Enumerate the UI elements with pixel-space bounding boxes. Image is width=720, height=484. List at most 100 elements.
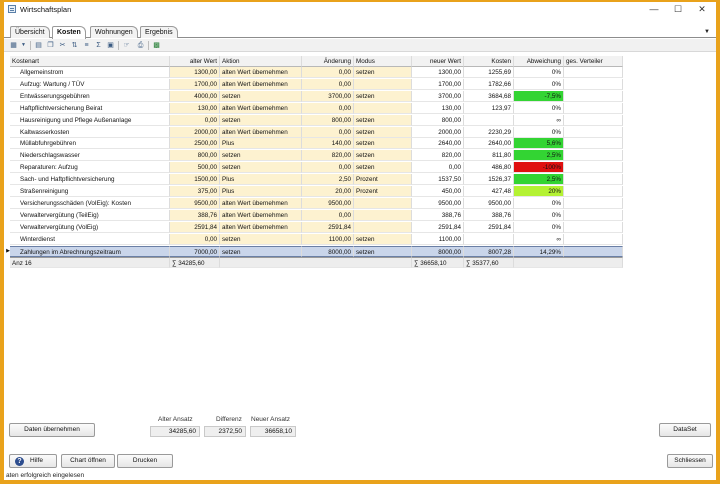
hilfe-button[interactable]: ? Hilfe <box>9 454 57 468</box>
cell-kostenart[interactable]: Haftpflichtversicherung Beirat <box>10 102 170 114</box>
cell-kostenart[interactable]: Allgemeinstrom <box>10 67 170 78</box>
cell-kosten[interactable]: 388,76 <box>464 209 514 221</box>
cell-modus[interactable]: setzen <box>354 138 412 150</box>
cell-kostenart[interactable]: Entwässerungsgebühren <box>10 90 170 102</box>
cell-aktion[interactable]: Plus <box>220 186 302 197</box>
table-row[interactable]: ▶ Zahlungen im Abrechnungszeitraum 7000,00… <box>6 245 623 257</box>
cell-kosten[interactable]: 811,80 <box>464 150 514 162</box>
cell-modus[interactable]: setzen <box>354 67 412 78</box>
chart-oeffnen-button[interactable]: Chart öffnen <box>61 454 115 468</box>
table-row[interactable]: Haftpflichtversicherung Beirat 130,00 alte… <box>10 102 623 114</box>
maximize-button[interactable]: ☐ <box>666 2 690 16</box>
cell-abweichung[interactable]: 0% <box>514 102 564 114</box>
cell-neuer-wert[interactable]: 800,00 <box>412 114 464 126</box>
cell-alter-wert[interactable]: 9500,00 <box>170 197 220 209</box>
cell-aktion[interactable]: setzen <box>220 245 302 257</box>
cell-neuer-wert[interactable]: 2591,84 <box>412 221 464 233</box>
cell-aenderung[interactable]: 0,00 <box>302 102 354 114</box>
minimize-button[interactable]: — <box>642 2 666 16</box>
cell-abweichung[interactable]: 0% <box>514 78 564 90</box>
cell-kosten[interactable]: 2591,84 <box>464 221 514 233</box>
cell-kostenart[interactable]: Zahlungen im Abrechnungszeitraum <box>10 245 170 257</box>
table-row[interactable]: Versicherungsschäden (VoIEig): Kosten 950… <box>10 197 623 209</box>
cell-modus[interactable]: setzen <box>354 114 412 126</box>
cell-ges-verteiler[interactable] <box>564 197 623 209</box>
cell-aktion[interactable]: setzen <box>220 114 302 126</box>
table-row[interactable]: Winterdienst 0,00 setzen 1100,00 setzen 1100,… <box>10 233 623 245</box>
cell-modus[interactable]: setzen <box>354 126 412 138</box>
cell-abweichung[interactable]: 2,5% <box>514 174 564 186</box>
cell-aenderung[interactable]: 8000,00 <box>302 245 354 257</box>
cell-aenderung[interactable]: 0,00 <box>302 209 354 221</box>
cell-neuer-wert[interactable]: 130,00 <box>412 102 464 114</box>
cell-ges-verteiler[interactable] <box>564 233 623 245</box>
cell-kosten[interactable]: 9500,00 <box>464 197 514 209</box>
cell-ges-verteiler[interactable] <box>564 174 623 186</box>
cell-aenderung[interactable]: 820,00 <box>302 150 354 162</box>
cell-neuer-wert[interactable]: 0,00 <box>412 162 464 174</box>
cell-kosten[interactable]: 486,80 <box>464 162 514 174</box>
cell-modus[interactable] <box>354 102 412 114</box>
cell-kosten[interactable]: 1255,69 <box>464 67 514 78</box>
cell-abweichung[interactable]: -7,5% <box>514 90 564 102</box>
tab-kosten[interactable]: Kosten <box>52 26 86 39</box>
cell-kosten[interactable]: 2640,00 <box>464 138 514 150</box>
cell-aktion[interactable]: alten Wert übernehmen <box>220 78 302 90</box>
print-icon[interactable]: ⎙ <box>136 41 145 50</box>
cell-modus[interactable]: setzen <box>354 90 412 102</box>
header-modus[interactable]: Modus <box>354 56 412 67</box>
cell-alter-wert[interactable]: 0,00 <box>170 233 220 245</box>
cell-kostenart[interactable]: Aufzug: Wartung / TÜV <box>10 78 170 90</box>
sort-desc-icon[interactable]: ≡ <box>82 41 91 50</box>
excel-icon[interactable]: ▩ <box>152 41 161 50</box>
cell-neuer-wert[interactable]: 8000,00 <box>412 245 464 257</box>
cell-aenderung[interactable]: 9500,00 <box>302 197 354 209</box>
cell-alter-wert[interactable]: 1300,00 <box>170 67 220 78</box>
header-aenderung[interactable]: Änderung <box>302 56 354 67</box>
cell-aktion[interactable]: Plus <box>220 174 302 186</box>
header-kostenart[interactable]: Kostenart <box>10 56 170 67</box>
cell-aenderung[interactable]: 0,00 <box>302 67 354 78</box>
cell-ges-verteiler[interactable] <box>564 138 623 150</box>
cell-aktion[interactable]: setzen <box>220 162 302 174</box>
cell-modus[interactable]: setzen <box>354 245 412 257</box>
cell-aktion[interactable]: alten Wert übernehmen <box>220 126 302 138</box>
cell-kostenart[interactable]: Müllabfuhrgebühren <box>10 138 170 150</box>
cell-alter-wert[interactable]: 1500,00 <box>170 174 220 186</box>
cell-aktion[interactable]: setzen <box>220 233 302 245</box>
cell-kosten[interactable]: 1526,37 <box>464 174 514 186</box>
close-button[interactable]: ✕ <box>690 2 714 16</box>
cell-modus[interactable]: setzen <box>354 162 412 174</box>
cell-kosten[interactable]: 8007,28 <box>464 245 514 257</box>
cell-aenderung[interactable]: 0,00 <box>302 126 354 138</box>
cell-aktion[interactable]: alten Wert übernehmen <box>220 67 302 78</box>
header-kosten[interactable]: Kosten <box>464 56 514 67</box>
header-alter-wert[interactable]: alter Wert <box>170 56 220 67</box>
cell-ges-verteiler[interactable] <box>564 150 623 162</box>
cell-kosten[interactable]: 123,97 <box>464 102 514 114</box>
cell-aktion[interactable]: Plus <box>220 138 302 150</box>
table-row[interactable]: Straßenreinigung 375,00 Plus 20,00 Prozent 45… <box>10 186 623 197</box>
cell-kostenart[interactable]: Verwaltervergütung (VolEig) <box>10 221 170 233</box>
header-ges-verteiler[interactable]: ges. Verteiler <box>564 56 623 67</box>
cell-kostenart[interactable]: Winterdienst <box>10 233 170 245</box>
cell-alter-wert[interactable]: 7000,00 <box>170 245 220 257</box>
cell-aenderung[interactable]: 20,00 <box>302 186 354 197</box>
cell-alter-wert[interactable]: 2500,00 <box>170 138 220 150</box>
table-row[interactable]: Kaltwasserkosten 2000,00 alten Wert überne… <box>10 126 623 138</box>
cell-ges-verteiler[interactable] <box>564 221 623 233</box>
cell-alter-wert[interactable]: 2591,84 <box>170 221 220 233</box>
header-abweichung[interactable]: Abweichung <box>514 56 564 67</box>
cell-modus[interactable] <box>354 209 412 221</box>
cell-alter-wert[interactable]: 388,76 <box>170 209 220 221</box>
cell-neuer-wert[interactable]: 9500,00 <box>412 197 464 209</box>
cell-aenderung[interactable]: 140,00 <box>302 138 354 150</box>
cell-modus[interactable] <box>354 197 412 209</box>
table-row[interactable]: Verwaltervergütung (TeilEig) 388,76 alten … <box>10 209 623 221</box>
cell-alter-wert[interactable]: 800,00 <box>170 150 220 162</box>
cell-abweichung[interactable]: 0% <box>514 221 564 233</box>
cell-aktion[interactable]: setzen <box>220 150 302 162</box>
header-aktion[interactable]: Aktion <box>220 56 302 67</box>
daten-uebernehmen-button[interactable]: Daten übernehmen <box>9 423 95 437</box>
grid-icon[interactable]: ▦ <box>9 41 18 50</box>
